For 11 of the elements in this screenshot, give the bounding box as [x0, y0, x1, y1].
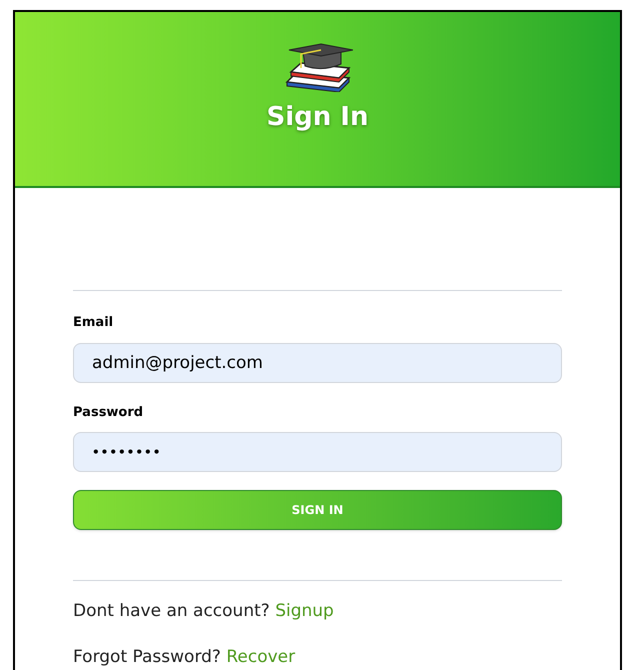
graduation-cap-books-icon [282, 42, 352, 92]
footer-link[interactable]: Signup [275, 601, 334, 621]
footer-text: Forgot Password? Recover [73, 646, 296, 668]
sign-in-button[interactable]: SIGN IN [73, 490, 562, 530]
field-label: Password [73, 404, 144, 422]
email-field[interactable]: admin@project.com [73, 342, 562, 382]
password-field[interactable]: •••••••• [73, 432, 562, 472]
footer-link[interactable]: Recover [226, 646, 296, 666]
page-title: Sign In [266, 101, 368, 134]
field-label: Email [73, 314, 114, 332]
footer-text: Dont have an account? Signup [73, 600, 335, 623]
